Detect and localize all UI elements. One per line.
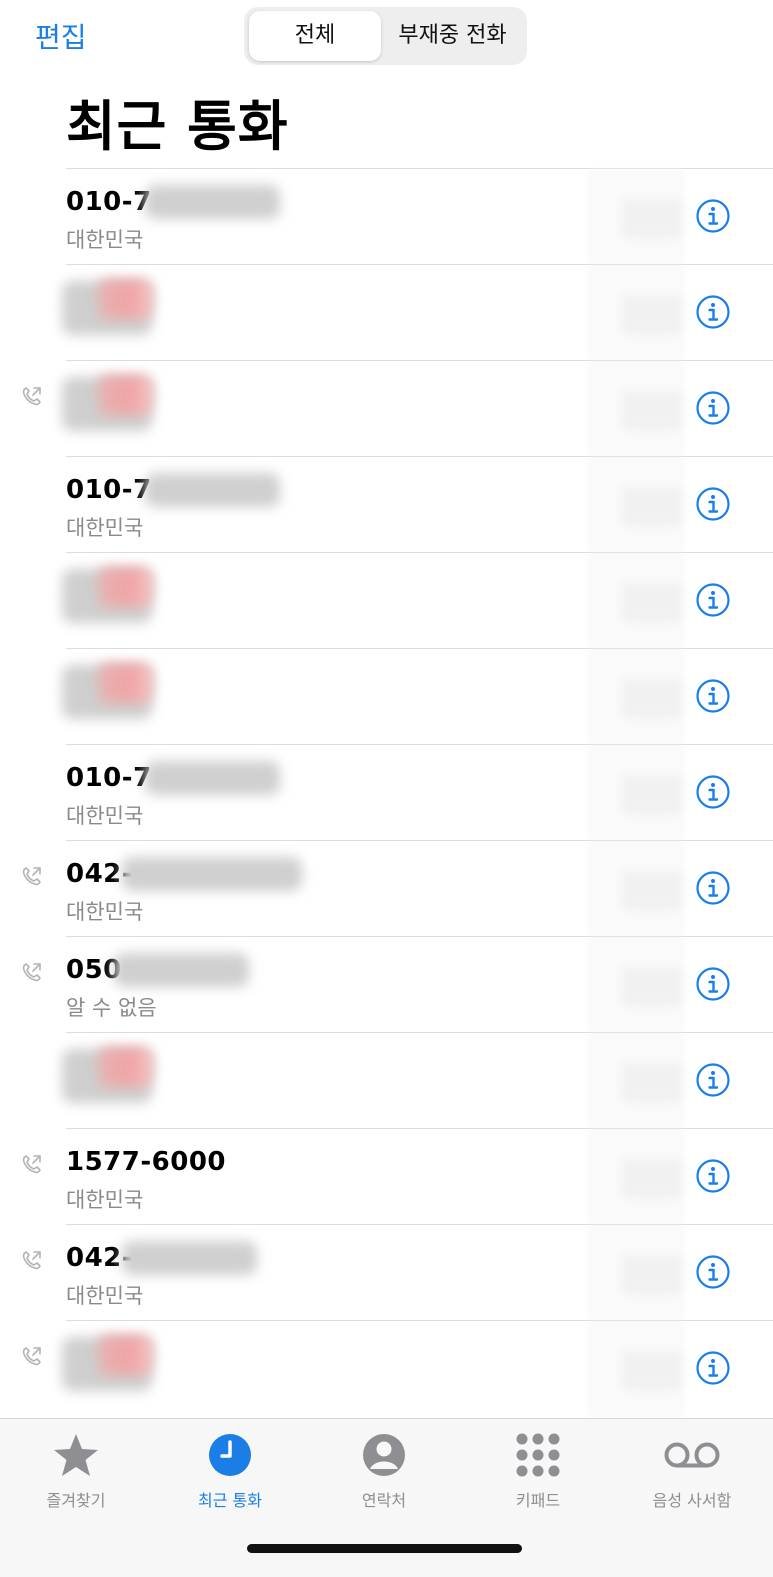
clock-icon [209,1434,251,1476]
info-icon[interactable] [696,583,730,617]
redacted-time [622,1255,682,1295]
tab-label: 즐겨찾기 [46,1491,106,1510]
call-row[interactable]: 010-7 대한민국 [0,745,773,841]
redacted-number-blur [145,185,280,219]
caller-number: 010-7 [66,475,152,505]
call-row[interactable] [0,265,773,361]
segment-all[interactable]: 전체 [249,11,381,61]
caller-region: 대한민국 [66,1284,144,1308]
call-row[interactable]: 042- 대한민국 [0,1225,773,1321]
redacted-name-blur [98,567,153,607]
caller-region: 대한민국 [66,804,144,828]
info-icon[interactable] [696,199,730,233]
outgoing-call-icon [22,1155,41,1174]
call-row[interactable]: 1577-6000 대한민국 [0,1129,773,1225]
redacted-time [622,1351,682,1391]
person-circle-icon [363,1434,405,1476]
navigation-bar: 편집 전체 부재중 전화 [0,0,773,80]
redacted-time [622,199,682,239]
outgoing-call-icon [22,867,41,886]
info-icon[interactable] [696,775,730,809]
tab-bar: 즐겨찾기 최근 통화 연락처 키패드 음성 사서함 [0,1418,773,1577]
info-icon[interactable] [696,871,730,905]
tab-label: 최근 통화 [198,1491,262,1510]
edit-button[interactable]: 편집 [35,16,87,56]
redacted-time [622,1159,682,1199]
tab-contacts[interactable]: 연락처 [324,1431,444,1511]
redacted-time [622,391,682,431]
outgoing-call-icon [22,1347,41,1366]
call-row[interactable]: 010-7 대한민국 [0,169,773,265]
call-row[interactable] [0,649,773,745]
redacted-name-blur [98,663,153,703]
call-row[interactable] [0,1321,773,1417]
segment-missed[interactable]: 부재중 전화 [381,11,524,61]
info-icon[interactable] [696,1255,730,1289]
info-icon[interactable] [696,391,730,425]
info-icon[interactable] [696,487,730,521]
call-row[interactable] [0,361,773,457]
info-icon[interactable] [696,1063,730,1097]
outgoing-call-icon [22,1251,41,1270]
redacted-number-blur [122,1241,257,1275]
redacted-name-blur [98,375,153,415]
info-icon[interactable] [696,679,730,713]
caller-region: 대한민국 [66,228,144,252]
redacted-name-blur [98,1335,153,1375]
tab-label: 키패드 [515,1491,561,1510]
outgoing-call-icon [22,963,41,982]
info-icon[interactable] [696,295,730,329]
tab-keypad[interactable]: 키패드 [478,1431,598,1511]
caller-number: 1577-6000 [66,1147,227,1177]
segmented-control: 전체 부재중 전화 [244,7,527,65]
info-icon[interactable] [696,1351,730,1385]
star-icon [54,1434,98,1476]
info-icon[interactable] [696,967,730,1001]
page-title: 최근 통화 [66,95,289,158]
redacted-time [622,1063,682,1103]
redacted-time [622,583,682,623]
redacted-number-blur [145,473,280,507]
call-row[interactable]: 050 알 수 없음 [0,937,773,1033]
redacted-number-blur [145,761,280,795]
caller-region: 대한민국 [66,516,144,540]
redacted-time [622,295,682,335]
outgoing-call-icon [22,387,41,406]
redacted-time [622,775,682,815]
tab-voicemail[interactable]: 음성 사서함 [632,1431,752,1511]
redacted-name-blur [98,1047,153,1087]
tab-recents[interactable]: 최근 통화 [170,1431,290,1511]
tab-label: 연락처 [361,1491,407,1510]
redacted-number-blur [122,857,302,891]
redacted-time [622,967,682,1007]
caller-number: 010-7 [66,187,152,217]
home-indicator [247,1544,522,1553]
redacted-time [622,679,682,719]
redacted-name-blur [98,279,153,319]
redacted-time [622,871,682,911]
caller-region: 알 수 없음 [66,996,157,1020]
info-icon[interactable] [696,1159,730,1193]
caller-region: 대한민국 [66,1188,144,1212]
call-row[interactable]: 010-7 대한민국 [0,457,773,553]
voicemail-icon [664,1442,720,1468]
tab-label: 음성 사서함 [652,1491,732,1510]
call-row[interactable] [0,1033,773,1129]
tab-favorites[interactable]: 즐겨찾기 [16,1431,136,1511]
redacted-number-blur [114,953,249,987]
redacted-time [622,487,682,527]
keypad-icon [516,1433,560,1477]
call-row[interactable]: 042- 대한민국 [0,841,773,937]
recents-list: 010-7 대한민국 010-7 대한민국 010-7 대한민국 042- 대한민국 050 알 … [0,169,773,1417]
caller-number: 010-7 [66,763,152,793]
call-row[interactable] [0,553,773,649]
caller-region: 대한민국 [66,900,144,924]
